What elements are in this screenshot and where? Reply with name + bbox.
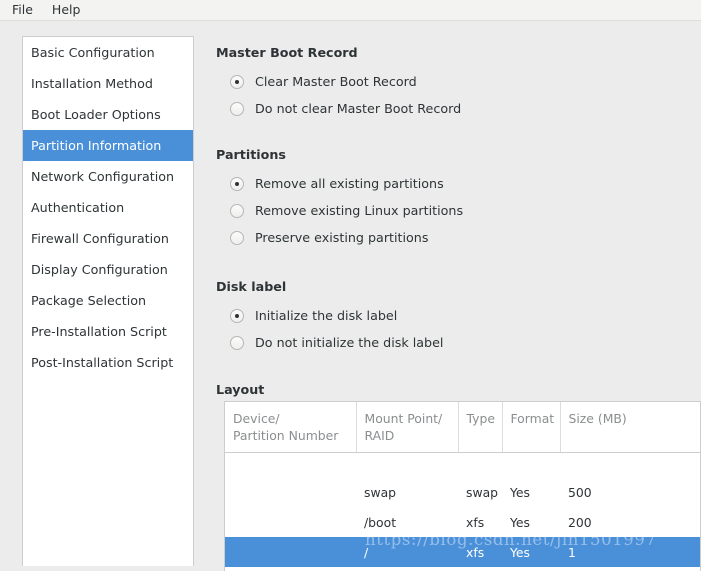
cell-device [225,477,356,507]
radio-row-preserve-existing-partitions[interactable]: Preserve existing partitions [216,225,463,250]
radio-clear-mbr-icon[interactable] [230,74,244,89]
table-row[interactable]: /boot xfs Yes 200 [225,507,700,537]
sidebar-item-network-configuration[interactable]: Network Configuration [23,161,193,192]
radio-row-do-not-initialize-disk-label[interactable]: Do not initialize the disk label [216,330,443,355]
radio-do-not-clear-mbr-icon[interactable] [230,101,244,116]
sidebar-item-display-configuration[interactable]: Display Configuration [23,254,193,285]
table-row[interactable]: swap swap Yes 500 [225,477,700,507]
sidebar-item-installation-method[interactable]: Installation Method [23,68,193,99]
sidebar-item-partition-information[interactable]: Partition Information [23,130,193,161]
cell-type [458,453,502,478]
radio-label-do-not-initialize-disk-label: Do not initialize the disk label [255,335,444,350]
cell-size: 500 [568,484,592,500]
radio-do-not-initialize-disk-label-icon[interactable] [230,335,244,350]
cell-format: Yes [502,537,560,567]
cell-size: 200 [568,514,592,530]
column-header-size-text: Size (MB) [568,411,627,426]
radio-initialize-disk-label-icon[interactable] [230,308,244,323]
column-header-type[interactable]: Type [458,402,503,453]
cell-mount: /boot [364,514,397,530]
radio-label-remove-all-existing-partitions: Remove all existing partitions [255,176,444,191]
radio-label-clear-mbr: Clear Master Boot Record [255,74,417,89]
menu-file[interactable]: File [8,1,42,20]
column-header-type-text: Type [466,411,495,426]
radio-preserve-existing-partitions-icon[interactable] [230,230,244,245]
table-row[interactable]: / xfs Yes 1 [225,537,700,567]
group-title-partitions: Partitions [216,147,286,162]
radio-remove-existing-linux-partitions-icon[interactable] [230,203,244,218]
column-header-format-text: Format [510,411,555,426]
sidebar-item-authentication[interactable]: Authentication [23,192,193,223]
cell-mount: swap [364,484,397,500]
cell-format [502,453,560,478]
menu-help[interactable]: Help [48,1,90,20]
cell-device [225,537,356,567]
radio-remove-all-existing-partitions-icon[interactable] [230,176,244,191]
cell-size [560,453,700,478]
radio-row-remove-all-existing-partitions[interactable]: Remove all existing partitions [216,171,463,196]
cell-device [225,453,356,478]
cell-type: xfs [466,514,485,530]
column-header-mount-line1: Mount Point/RAID [364,411,443,443]
column-header-device-line1: Device/Partition Number [233,411,339,443]
sidebar-item-post-installation-script[interactable]: Post-Installation Script [23,347,193,378]
cell-format: Yes [510,514,531,530]
radio-label-do-not-clear-mbr: Do not clear Master Boot Record [255,101,462,116]
group-title-disk-label: Disk label [216,279,287,294]
sidebar-item-pre-installation-script[interactable]: Pre-Installation Script [23,316,193,347]
group-title-master-boot-record: Master Boot Record [216,45,358,60]
column-header-format[interactable]: Format [502,402,561,453]
radio-row-remove-existing-linux-partitions[interactable]: Remove existing Linux partitions [216,198,463,223]
partition-layout-table[interactable]: Device/Partition Number Mount Point/RAID… [224,401,701,571]
radio-row-do-not-clear-mbr[interactable]: Do not clear Master Boot Record [216,96,461,121]
radio-label-remove-existing-linux-partitions: Remove existing Linux partitions [255,203,464,218]
group-disk-label: Disk label Initialize the disk label Do … [216,279,443,355]
group-partitions: Partitions Remove all existing partition… [216,147,463,250]
column-header-size-mb[interactable]: Size (MB) [560,402,700,453]
radio-label-preserve-existing-partitions: Preserve existing partitions [255,230,429,245]
sidebar-item-boot-loader-options[interactable]: Boot Loader Options [23,99,193,130]
radio-label-initialize-disk-label: Initialize the disk label [255,308,398,323]
menu-bar: File Help [0,0,701,21]
cell-device [225,507,356,537]
column-header-device-partition-number[interactable]: Device/Partition Number [225,402,357,453]
table-row[interactable] [225,453,700,478]
cell-type: xfs [458,537,502,567]
cell-mount [356,453,458,478]
radio-row-initialize-disk-label[interactable]: Initialize the disk label [216,303,443,328]
application-window: File Help Basic Configuration Installati… [0,0,701,571]
sidebar-item-firewall-configuration[interactable]: Firewall Configuration [23,223,193,254]
cell-mount: / [356,537,458,567]
table-header-row: Device/Partition Number Mount Point/RAID… [225,402,700,453]
cell-format: Yes [510,484,531,500]
cell-size: 1 [560,537,700,567]
sidebar-item-package-selection[interactable]: Package Selection [23,285,193,316]
sidebar-item-basic-configuration[interactable]: Basic Configuration [23,37,193,68]
sidebar-nav-list[interactable]: Basic Configuration Installation Method … [22,36,194,566]
group-title-layout: Layout [216,382,265,397]
column-header-mount-point-raid[interactable]: Mount Point/RAID [356,402,459,453]
main-content-pane: Master Boot Record Clear Master Boot Rec… [216,36,701,571]
group-master-boot-record: Master Boot Record Clear Master Boot Rec… [216,45,461,121]
cell-type: swap [466,484,499,500]
radio-row-clear-mbr[interactable]: Clear Master Boot Record [216,69,461,94]
